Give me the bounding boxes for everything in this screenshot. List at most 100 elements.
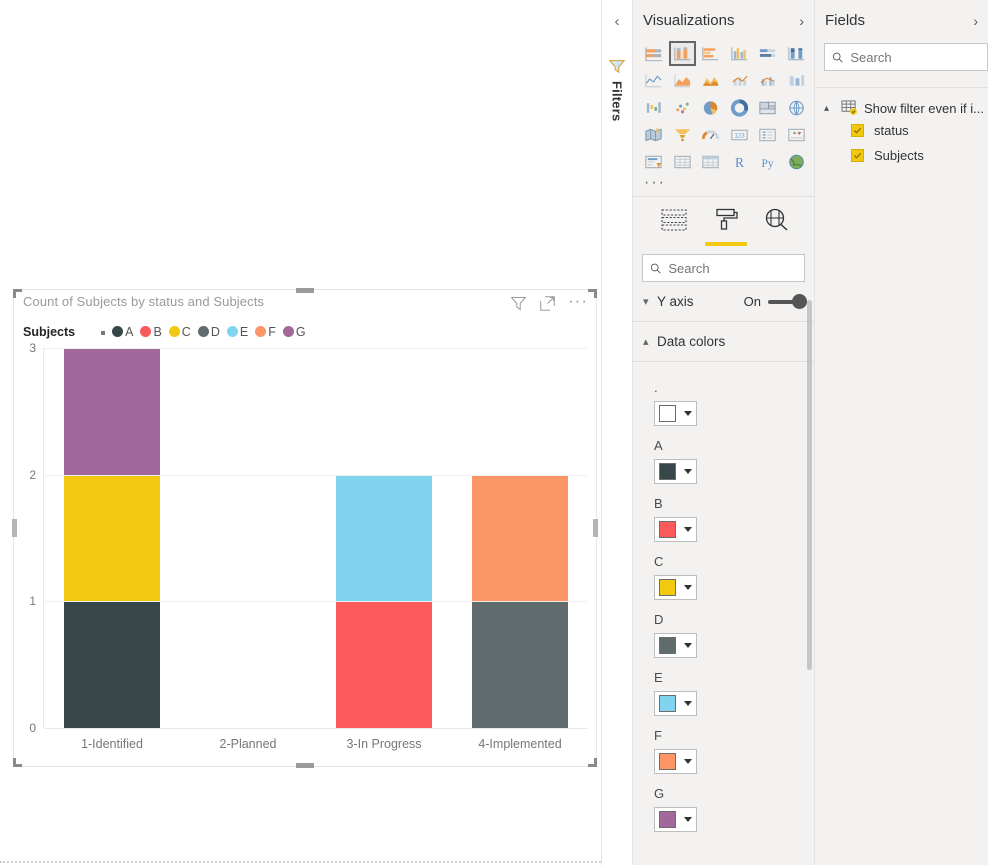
bar-column[interactable] (452, 348, 588, 728)
field-item-subjects[interactable]: Subjects (815, 143, 988, 168)
chevron-down-icon[interactable] (684, 817, 692, 822)
y-axis-toggle-group[interactable]: On (744, 293, 807, 309)
tab-analytics[interactable] (763, 207, 789, 246)
more-options-icon[interactable]: ··· (568, 292, 588, 311)
legend-item[interactable]: F (255, 325, 276, 339)
chevron-down-icon[interactable] (684, 701, 692, 706)
right-edge-nub[interactable] (593, 519, 598, 537)
multi-row-card-icon[interactable] (754, 122, 781, 147)
chevron-down-icon[interactable] (684, 527, 692, 532)
collapse-filters-chevron-icon[interactable]: ‹ (615, 10, 620, 29)
x-axis-tick-label[interactable]: 3-In Progress (316, 729, 452, 751)
legend-item[interactable]: C (168, 325, 191, 339)
field-checkbox[interactable] (851, 124, 864, 137)
data-color-picker[interactable] (654, 575, 697, 600)
slicer-icon[interactable] (640, 149, 667, 174)
x-axis-tick-label[interactable]: 2-Planned (180, 729, 316, 751)
data-color-picker[interactable] (654, 807, 697, 832)
field-checkbox[interactable] (851, 149, 864, 162)
r-script-visual-icon[interactable]: R (726, 149, 753, 174)
fields-search-box[interactable] (824, 43, 988, 71)
map-icon[interactable] (783, 95, 810, 120)
gauge-icon[interactable] (697, 122, 724, 147)
resize-handle-bottom-middle[interactable] (296, 763, 314, 768)
fields-table-node[interactable]: ▴ Show filter even if i... (815, 98, 988, 118)
table-icon[interactable] (669, 149, 696, 174)
treemap-icon[interactable] (754, 95, 781, 120)
data-color-picker[interactable] (654, 633, 697, 658)
donut-chart-icon[interactable] (726, 95, 753, 120)
clustered-bar-chart-icon[interactable] (697, 41, 724, 66)
legend-item[interactable] (101, 331, 106, 335)
chevron-down-icon[interactable] (684, 411, 692, 416)
bar-segment[interactable] (336, 474, 432, 602)
left-edge-nub[interactable] (12, 519, 17, 537)
bar-segment[interactable] (336, 601, 432, 728)
stacked-bar-chart-icon[interactable] (640, 41, 667, 66)
pie-chart-icon[interactable] (697, 95, 724, 120)
tab-fields[interactable] (659, 207, 689, 246)
resize-handle-bottom-right[interactable] (588, 758, 597, 767)
format-search-input[interactable] (668, 260, 797, 276)
more-visuals-icon[interactable]: ··· (633, 174, 814, 194)
data-color-picker[interactable] (654, 691, 697, 716)
legend-item[interactable]: G (282, 325, 306, 339)
stacked-column-visual[interactable]: Count of Subjects by status and Subjects… (12, 288, 598, 768)
hundred-percent-stacked-bar-chart-icon[interactable] (754, 41, 781, 66)
line-chart-icon[interactable] (640, 68, 667, 93)
section-data-colors[interactable]: ▴ Data colors (633, 322, 814, 362)
clustered-column-chart-icon[interactable] (726, 41, 753, 66)
matrix-icon[interactable] (697, 149, 724, 174)
data-color-picker[interactable] (654, 517, 697, 542)
format-search-box[interactable] (642, 254, 805, 282)
bar-segment[interactable] (472, 474, 568, 602)
legend-item[interactable]: A (112, 325, 133, 339)
tab-format[interactable] (704, 207, 747, 246)
hundred-percent-stacked-column-chart-icon[interactable] (783, 41, 810, 66)
expand-visualizations-chevron-icon[interactable]: › (799, 13, 804, 29)
report-canvas[interactable]: Count of Subjects by status and Subjects… (0, 0, 601, 865)
bar-column[interactable] (316, 348, 452, 728)
data-color-picker[interactable] (654, 749, 697, 774)
waterfall-chart-icon[interactable] (640, 95, 667, 120)
x-axis-tick-label[interactable]: 4-Implemented (452, 729, 588, 751)
legend-item[interactable]: D (197, 325, 220, 339)
chevron-down-icon[interactable] (684, 469, 692, 474)
filters-pane-collapsed[interactable]: ‹ Filters (601, 0, 632, 865)
area-chart-icon[interactable] (669, 68, 696, 93)
format-pane-scrollbar[interactable] (807, 300, 812, 670)
fields-search-input[interactable] (850, 49, 980, 65)
focus-mode-icon[interactable] (539, 295, 556, 312)
card-icon[interactable]: 123 (726, 122, 753, 147)
chevron-down-icon[interactable] (684, 759, 692, 764)
python-visual-icon[interactable]: Py (754, 149, 781, 174)
bar-segment[interactable] (472, 601, 568, 728)
legend-item[interactable]: E (226, 325, 248, 339)
filled-map-icon[interactable] (640, 122, 667, 147)
ribbon-chart-icon[interactable] (783, 68, 810, 93)
resize-handle-bottom-left[interactable] (13, 758, 22, 767)
arcgis-map-icon[interactable] (783, 149, 810, 174)
kpi-icon[interactable] (783, 122, 810, 147)
stacked-area-chart-icon[interactable] (697, 68, 724, 93)
chevron-down-icon[interactable] (684, 643, 692, 648)
line-and-clustered-column-chart-icon[interactable] (754, 68, 781, 93)
funnel-chart-icon[interactable] (669, 122, 696, 147)
scatter-chart-icon[interactable] (669, 95, 696, 120)
bar-column[interactable] (44, 348, 180, 728)
data-color-picker[interactable] (654, 459, 697, 484)
expand-fields-chevron-icon[interactable]: › (973, 13, 978, 29)
y-axis-toggle[interactable] (768, 293, 807, 309)
legend-item[interactable]: B (140, 325, 162, 339)
stacked-column-chart-icon[interactable] (668, 41, 696, 66)
chevron-up-icon[interactable]: ▴ (824, 103, 835, 114)
chevron-down-icon[interactable] (684, 585, 692, 590)
bar-segment[interactable] (64, 348, 160, 475)
x-axis-tick-label[interactable]: 1-Identified (44, 729, 180, 751)
section-y-axis[interactable]: ▾ Y axis On (633, 282, 814, 322)
bar-segment[interactable] (64, 601, 160, 728)
filter-funnel-icon[interactable] (608, 57, 626, 75)
bar-segment[interactable] (64, 474, 160, 602)
filter-icon[interactable] (510, 295, 527, 312)
line-and-stacked-column-chart-icon[interactable] (726, 68, 753, 93)
